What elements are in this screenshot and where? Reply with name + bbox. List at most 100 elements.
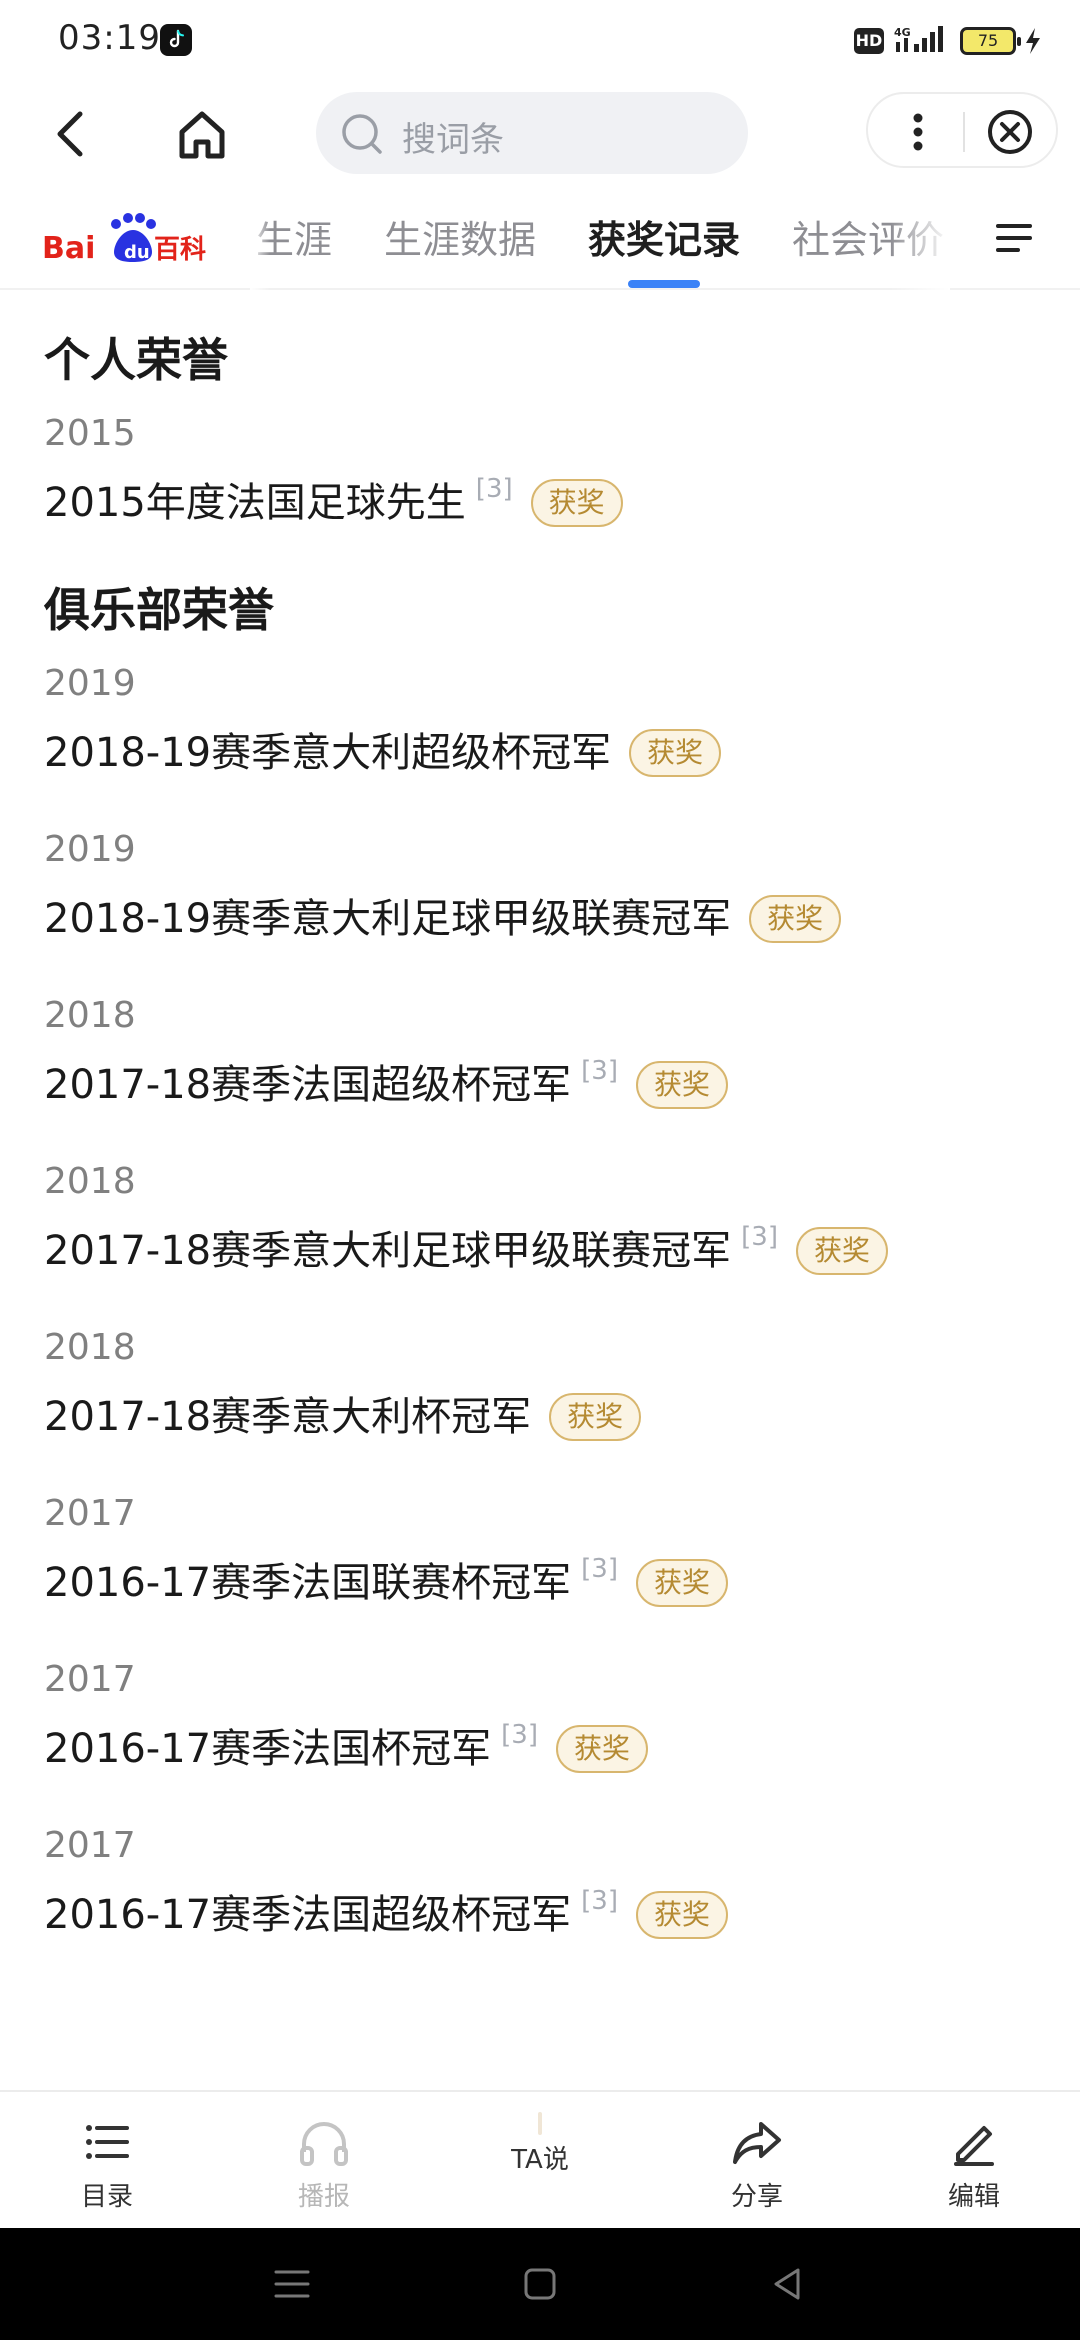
baidu-baike-logo: du Bai 百科 [42,206,212,276]
award-item: 2015 2015年度法国足球先生 [3] 获奖 [44,408,1036,532]
status-icons: HD 4G 75 [854,24,1042,58]
award-year: 2017 [44,1493,136,1534]
hd-icon: HD [854,28,884,54]
award-year: 2018 [44,995,136,1036]
nav-catalog-button[interactable]: 目录 [47,2114,167,2213]
award-badge: 获奖 [749,895,842,943]
award-item: 2019 2018-19赛季意大利足球甲级联赛冠军 获奖 [44,824,1036,948]
award-badge: 获奖 [635,1061,728,1109]
nav-label: 目录 [80,2182,133,2212]
nav-label: 编辑 [947,2182,1000,2212]
search-placeholder: 搜词条 [402,120,504,160]
award-title: 2016-17赛季法国杯冠军 [44,1726,492,1772]
award-item: 2018 2017-18赛季法国超级杯冠军 [3] 获奖 [44,990,1036,1114]
award-item: 2019 2018-19赛季意大利超级杯冠军 获奖 [44,658,1036,782]
nav-label: 播报 [297,2182,350,2212]
signal-icon: 4G [892,24,952,58]
award-badge: 获奖 [635,1559,728,1607]
headphones-icon [300,2122,348,2166]
reference-link[interactable]: [3] [501,1720,538,1750]
award-year: 2017 [44,1825,136,1866]
tab-awards[interactable]: 获奖记录 [562,190,766,290]
search-input[interactable]: 搜词条 [316,92,748,174]
recent-apps-icon[interactable] [268,2260,316,2308]
tiktok-icon [160,24,192,56]
tabs-track: 生涯 生涯数据 获奖记录 社会评价 [250,190,950,290]
section-title-club: 俱乐部荣誉 [44,583,274,637]
award-item: 2018 2017-18赛季意大利杯冠军 获奖 [44,1322,1036,1446]
award-title: 2017-18赛季意大利足球甲级联赛冠军 [44,1228,732,1274]
award-line: 2016-17赛季法国超级杯冠军 [3] 获奖 [44,1886,1036,1944]
award-item: 2017 2016-17赛季法国杯冠军 [3] 获奖 [44,1654,1036,1778]
section-title-personal: 个人荣誉 [44,333,228,387]
award-badge: 获奖 [629,729,722,777]
tabs-scroll-window: 生涯 生涯数据 获奖记录 社会评价 [250,190,950,290]
nav-share-button[interactable]: 分享 [697,2114,817,2213]
reference-link[interactable]: [3] [581,1554,618,1584]
award-year: 2017 [44,1659,136,1700]
status-bar: 03:19 HD 4G 75 [0,0,1080,80]
award-line: 2017-18赛季意大利杯冠军 获奖 [44,1388,1036,1446]
award-title: 2015年度法国足球先生 [44,480,466,526]
more-options-button[interactable] [896,108,940,156]
battery-level: 75 [977,31,999,50]
nav-label: 分享 [730,2182,783,2212]
battery-icon: 75 [960,27,1021,55]
top-toolbar: 搜词条 [0,80,1080,190]
nav-broadcast-button[interactable]: 播报 [264,2114,384,2213]
award-year: 2019 [44,829,136,870]
award-title: 2017-18赛季意大利杯冠军 [44,1394,532,1440]
award-badge: 获奖 [795,1227,888,1275]
svg-text:du: du [124,242,150,263]
reference-link[interactable]: [3] [741,1222,778,1252]
edit-icon [954,2126,994,2166]
nav-label: TA说 [511,2145,569,2175]
avatar [538,2112,542,2135]
award-badge: 获奖 [549,1393,642,1441]
reference-link[interactable]: [3] [581,1886,618,1916]
award-line: 2018-19赛季意大利足球甲级联赛冠军 获奖 [44,890,1036,948]
award-item: 2017 2016-17赛季法国超级杯冠军 [3] 获奖 [44,1820,1036,1944]
share-icon [733,2122,781,2164]
award-badge: 获奖 [530,479,623,527]
award-line: 2017-18赛季法国超级杯冠军 [3] 获奖 [44,1056,1036,1114]
home-button[interactable] [170,102,234,166]
nav-edit-button[interactable]: 编辑 [914,2114,1034,2213]
awards-content: 个人荣誉 2015 2015年度法国足球先生 [3] 获奖 俱乐部荣誉 2019… [0,292,1080,2092]
nav-ta-says-button[interactable]: TA说 [480,2112,600,2176]
network-type-label: 4G [894,26,911,39]
tab-career-stats[interactable]: 生涯数据 [358,190,562,290]
award-line: 2016-17赛季法国联赛杯冠军 [3] 获奖 [44,1554,1036,1612]
close-button[interactable] [984,106,1036,158]
award-year: 2015 [44,413,136,454]
award-year: 2019 [44,663,136,704]
award-badge: 获奖 [555,1725,648,1773]
back-nav-icon[interactable] [764,2260,812,2308]
award-badge: 获奖 [635,1891,728,1939]
tabs-fade-left [250,190,270,290]
award-item: 2017 2016-17赛季法国联赛杯冠军 [3] 获奖 [44,1488,1036,1612]
reference-link[interactable]: [3] [581,1056,618,1086]
award-line: 2018-19赛季意大利超级杯冠军 获奖 [44,724,1036,782]
award-line: 2017-18赛季意大利足球甲级联赛冠军 [3] 获奖 [44,1222,1036,1280]
system-nav-bar [0,2228,1080,2340]
award-title: 2018-19赛季意大利超级杯冠军 [44,730,612,776]
svg-text:Bai: Bai [42,231,95,266]
status-time: 03:19 [58,18,161,58]
award-year: 2018 [44,1327,136,1368]
reference-link[interactable]: [3] [476,474,513,504]
award-title: 2016-17赛季法国联赛杯冠军 [44,1560,572,1606]
award-year: 2018 [44,1161,136,1202]
award-line: 2016-17赛季法国杯冠军 [3] 获奖 [44,1720,1036,1778]
list-icon [86,2125,129,2159]
home-nav-icon[interactable] [516,2260,564,2308]
charging-icon [1026,28,1040,54]
section-tabbar: du Bai 百科 生涯 生涯数据 获奖记录 社会评价 [0,190,1080,290]
back-button[interactable] [40,102,104,166]
award-item: 2018 2017-18赛季意大利足球甲级联赛冠军 [3] 获奖 [44,1156,1036,1280]
award-title: 2018-19赛季意大利足球甲级联赛冠军 [44,896,732,942]
bottom-nav: 目录 播报 TA说 分享 编辑 [0,2090,1080,2228]
hamburger-menu-icon[interactable] [994,220,1034,256]
award-line: 2015年度法国足球先生 [3] 获奖 [44,474,1036,532]
capsule-divider [963,112,965,152]
